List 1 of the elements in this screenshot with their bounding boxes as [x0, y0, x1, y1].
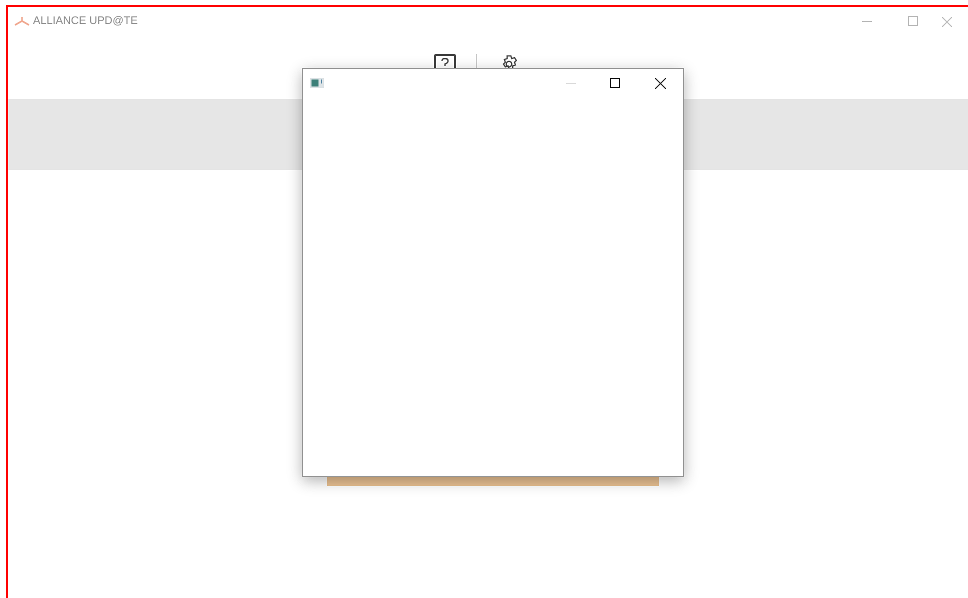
window-title: ALLIANCE UPD@TE	[33, 14, 138, 29]
